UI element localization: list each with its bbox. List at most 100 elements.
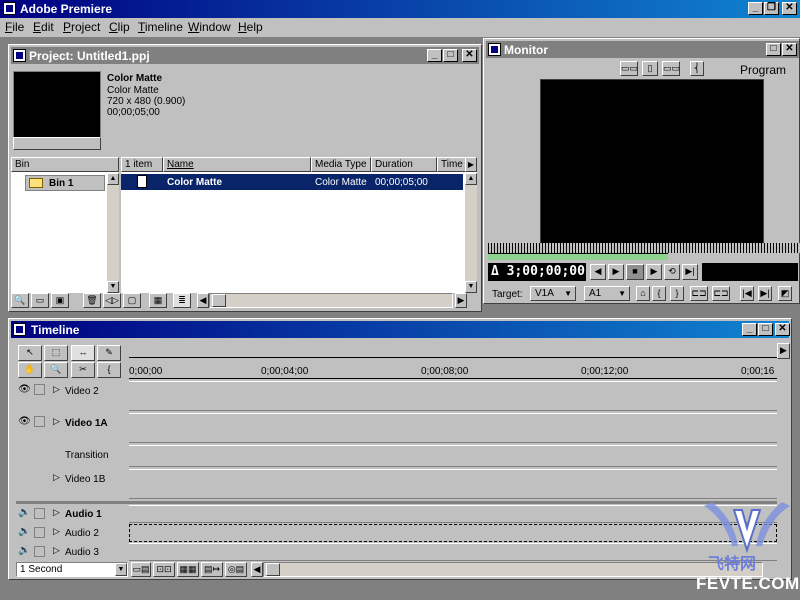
expand-arrow-icon[interactable]: ▷ (53, 384, 60, 395)
find-icon[interactable]: 🔍 (11, 293, 29, 308)
item-list-scrollbar[interactable]: ▲ ▼ (465, 173, 477, 293)
cross-fade-tool-icon[interactable]: ✂ (71, 362, 95, 378)
monitor-timecode[interactable]: Δ 3;00;00;00 (488, 263, 586, 281)
menu-help[interactable]: Help (238, 20, 263, 34)
prev-edit-icon[interactable]: |◀ (740, 286, 754, 301)
snap-edges-icon[interactable]: ⊡⊡ (153, 562, 175, 577)
stop-icon[interactable]: ■ (626, 264, 644, 280)
expand-arrow-icon[interactable]: ▷ (53, 507, 60, 518)
frame-icon[interactable]: ◩ (778, 286, 792, 301)
marquee-tool-icon[interactable]: ⬚ (44, 345, 68, 361)
audio-target-select[interactable]: A1 ▼ (584, 286, 630, 301)
track-header-video1b[interactable]: ▷ Video 1B (16, 469, 129, 499)
zoom-select[interactable]: 1 Second ▼ (16, 562, 128, 577)
timeline-close-button[interactable]: ✕ (775, 323, 790, 336)
new-bin-icon[interactable]: ▭ (31, 293, 49, 308)
hand-tool-icon[interactable]: ✋ (18, 362, 42, 378)
zoom-tool-icon[interactable]: 🔍 (44, 362, 68, 378)
thumbnail-view-icon[interactable]: ▦ (149, 293, 167, 308)
lift-icon[interactable]: ⊏⊐ (690, 286, 708, 301)
app-restore-button[interactable]: ❐ (764, 2, 779, 15)
next-edit-icon[interactable]: ▶| (758, 286, 772, 301)
track-lane-transition[interactable] (129, 445, 777, 467)
track-lane-video2[interactable] (129, 381, 777, 411)
expand-arrow-icon[interactable]: ▷ (53, 545, 60, 556)
col-media-type[interactable]: Media Type (311, 157, 371, 172)
monitor-close-button[interactable]: ✕ (782, 43, 797, 56)
h-scroll-thumb[interactable] (212, 294, 226, 307)
lock-toggle[interactable] (34, 527, 45, 538)
track-lane-video1a[interactable] (129, 413, 777, 443)
mark-in-icon[interactable]: ⌂ (636, 286, 650, 301)
project-minimize-button[interactable]: _ (427, 49, 442, 62)
timeline-work-area-bar[interactable] (129, 343, 777, 358)
bin-scroll-up[interactable]: ▲ (107, 173, 119, 185)
play-icon[interactable]: ▶ (646, 264, 662, 280)
monitor-menu-icon[interactable]: ⎨ (690, 61, 704, 76)
chevron-down-icon[interactable]: ▼ (115, 563, 127, 576)
loop-icon[interactable]: ⟲ (664, 264, 680, 280)
menu-edit[interactable]: Edit (33, 20, 54, 34)
lock-toggle[interactable] (34, 546, 45, 557)
project-close-button[interactable]: ✕ (462, 49, 477, 62)
speaker-icon[interactable]: 🔊 (18, 525, 31, 538)
speaker-icon[interactable]: 🔊 (18, 506, 31, 519)
timeline-h-scroll-thumb[interactable] (266, 563, 280, 576)
h-scroll-right[interactable]: ▶ (455, 293, 467, 308)
app-minimize-button[interactable]: _ (748, 2, 763, 15)
h-scroll-left[interactable]: ◀ (197, 293, 209, 308)
timeline-ruler[interactable]: 0;00;00 0;00;04;00 0;00;08;00 0;00;12;00… (129, 359, 777, 379)
dual-view-icon[interactable]: ▭▭ (620, 61, 638, 76)
app-close-button[interactable]: ✕ (782, 2, 797, 15)
menu-clip[interactable]: Clip (109, 20, 130, 34)
track-lane-audio2[interactable] (129, 524, 777, 542)
project-maximize-button[interactable]: □ (443, 49, 458, 62)
list-scroll-up[interactable]: ▲ (465, 173, 477, 185)
track-lane-audio1[interactable] (129, 505, 777, 523)
menu-window[interactable]: Window (188, 20, 231, 34)
track-header-audio3[interactable]: 🔊 ▷ Audio 3 (16, 543, 129, 561)
new-item-icon[interactable]: ▣ (51, 293, 69, 308)
razor-tool-icon[interactable]: ✎ (97, 345, 121, 361)
track-header-video2[interactable]: 👁 ▷ Video 2 (16, 381, 129, 411)
col-name[interactable]: Name (163, 157, 311, 172)
expand-arrow-icon[interactable]: ▷ (53, 526, 60, 537)
bin-scroll-down[interactable]: ▼ (107, 281, 119, 293)
selection-tool-icon[interactable]: ↖ (18, 345, 42, 361)
timeline-minimize-button[interactable]: _ (742, 323, 757, 336)
out-point-icon[interactable]: } (670, 286, 684, 301)
in-out-tool-icon[interactable]: { (97, 362, 121, 378)
monitor-scrub-ruler[interactable] (488, 243, 800, 253)
menu-file[interactable]: File (5, 20, 24, 34)
list-scroll-down[interactable]: ▼ (465, 281, 477, 293)
track-lane-video1b[interactable] (129, 469, 777, 499)
menu-timeline[interactable]: Timeline (138, 20, 183, 34)
step-forward-icon[interactable]: ▶ (608, 264, 624, 280)
lock-toggle[interactable] (34, 384, 45, 395)
shift-tracks-icon[interactable]: ▤↦ (201, 562, 223, 577)
step-back-icon[interactable]: ◀ (590, 264, 606, 280)
list-view-icon[interactable]: ≣ (173, 293, 191, 308)
bin-scrollbar[interactable]: ▲ ▼ (107, 173, 119, 293)
timeline-maximize-button[interactable]: □ (758, 323, 773, 336)
col-time[interactable]: Time (437, 157, 467, 172)
col-duration[interactable]: Duration (371, 157, 437, 172)
expand-arrow-icon[interactable]: ▷ (53, 416, 60, 427)
lock-toggle[interactable] (34, 416, 45, 427)
icon-view-icon[interactable]: ▢ (123, 293, 141, 308)
project-titlebar[interactable]: Project: Untitled1.ppj _ □ ✕ (11, 47, 479, 64)
expand-arrow-icon[interactable]: ▷ (53, 472, 60, 483)
timeline-menu-arrow[interactable]: ▶ (777, 343, 790, 359)
premiere-app-icon[interactable] (3, 2, 16, 15)
track-header-video1a[interactable]: 👁 ▷ Video 1A (16, 413, 129, 443)
bin-column-header[interactable]: Bin (11, 157, 119, 172)
col-scroll-right[interactable]: ▶ (465, 157, 477, 172)
expand-icon[interactable]: ◁▷ (103, 293, 121, 308)
timeline-scroll-left[interactable]: ◀ (251, 562, 263, 577)
track-lane-audio3[interactable] (129, 543, 777, 561)
monitor-titlebar[interactable]: Monitor □ ✕ (486, 41, 799, 58)
video-target-select[interactable]: V1A ▼ (530, 286, 576, 301)
play-in-out-icon[interactable]: ▶| (682, 264, 698, 280)
preview-scrubber[interactable] (13, 137, 101, 150)
item-row[interactable]: Color Matte Color Matte 00;00;05;00 (121, 174, 463, 190)
